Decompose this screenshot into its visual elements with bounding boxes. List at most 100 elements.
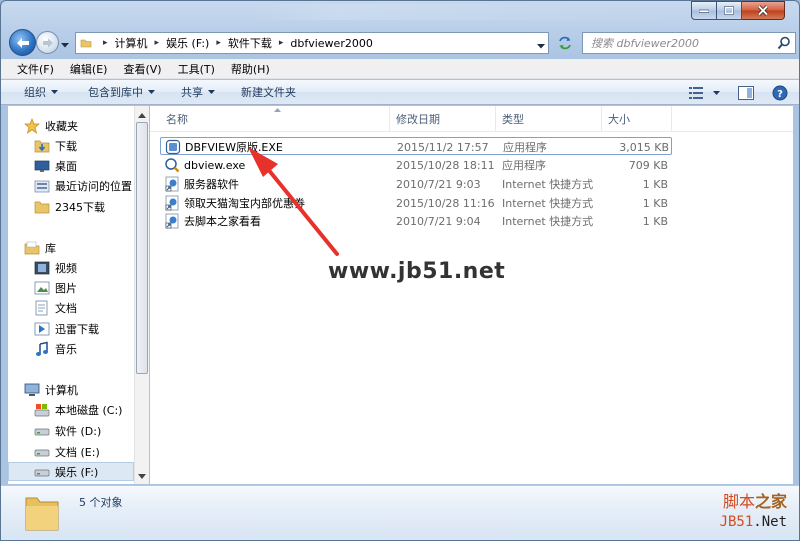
logo-cn-accent: 之家 [754,492,787,511]
library-icon [24,240,40,256]
nav-computer-label: 计算机 [45,383,78,397]
nav-item-recent[interactable]: 最近访问的位置 [34,176,132,195]
refresh-button[interactable] [554,32,576,54]
folder-icon [34,199,50,215]
change-view-button[interactable] [683,80,709,105]
star-icon [24,117,40,134]
logo-cn-main: 脚本 [722,492,755,511]
file-modified: 2015/10/28 11:16 [396,196,495,210]
file-name: DBFVIEW原版.EXE [185,141,283,154]
search-icon[interactable] [777,36,791,53]
nav-favorites[interactable]: 收藏夹 [24,116,78,135]
share-label: 共享 [181,86,203,99]
document-icon [34,300,50,316]
nav-scrollbar[interactable] [134,106,149,484]
breadcrumb-separator[interactable]: ▸ [155,38,160,48]
preview-pane-button[interactable] [733,80,759,105]
shortcut-icon [164,176,180,192]
include-in-library-button[interactable]: 包含到库中 [79,84,164,100]
breadcrumb-separator[interactable]: ▸ [216,38,221,48]
nav-item-drive-f[interactable]: 娱乐 (F:) [8,462,134,481]
nav-item-drive-e[interactable]: 文档 (E:) [34,442,100,461]
column-size-label: 大小 [608,113,630,126]
share-button[interactable]: 共享 [172,84,224,100]
maximize-button[interactable] [717,1,742,20]
address-bar[interactable]: ▸ 计算机 ▸ 娱乐 (F:) ▸ 软件下载 ▸ dbfviewer2000 [75,32,549,54]
nav-item-documents[interactable]: 文档 [34,298,77,317]
shortcut-icon [164,213,180,229]
file-type: Internet 快捷方式 [502,197,594,210]
file-row[interactable]: 去脚本之家看看 2010/7/21 9:04 Internet 快捷方式 1 K… [160,212,672,230]
minimize-button[interactable] [691,1,717,20]
breadcrumb-separator[interactable]: ▸ [103,38,108,48]
help-button[interactable]: ? [767,80,793,105]
menu-tools[interactable]: 工具(T) [170,61,223,77]
file-modified: 2015/10/28 18:11 [396,158,495,172]
caption-buttons [691,1,785,20]
site-logo: 脚本之家 JB51.Net [720,492,787,532]
file-row[interactable]: DBFVIEW原版.EXE 2015/11/2 17:57 应用程序 3,015… [160,137,672,155]
file-size: 709 KB [628,158,668,172]
file-name: 领取天猫淘宝内部优惠券 [184,197,305,210]
include-library-label: 包含到库中 [88,86,143,99]
file-type: 应用程序 [502,159,546,172]
history-dropdown[interactable] [61,38,69,51]
view-options-dropdown[interactable] [709,80,723,105]
file-row[interactable]: dbview.exe 2015/10/28 18:11 应用程序 709 KB [160,156,672,174]
menu-file[interactable]: 文件(F) [9,61,62,77]
nav-item-label: 最近访问的位置 [55,179,132,193]
address-dropdown[interactable] [537,39,545,52]
nav-computer[interactable]: 计算机 [24,380,78,399]
breadcrumb-drive[interactable]: 娱乐 (F:) [166,35,209,51]
menu-help[interactable]: 帮助(H) [223,61,278,77]
nav-item-pictures[interactable]: 图片 [34,278,77,297]
breadcrumb-current[interactable]: dbfviewer2000 [290,37,372,50]
watermark-text: www.jb51.net [328,259,506,284]
scrollbar-thumb[interactable] [136,122,148,374]
menu-view[interactable]: 查看(V) [115,61,169,77]
logo-en-main: JB51 [719,514,754,530]
shortcut-icon [164,195,180,211]
close-button[interactable] [742,1,785,20]
nav-item-music[interactable]: 音乐 [34,339,77,358]
column-size[interactable]: 大小 [602,106,672,132]
nav-item-label: 文档 [55,301,77,315]
item-count: 5 个对象 [79,496,123,509]
file-modified: 2015/11/2 17:57 [397,140,489,154]
nav-item-downloads[interactable]: 下载 [34,136,77,155]
menu-edit[interactable]: 编辑(E) [62,61,116,77]
nav-item-drive-d[interactable]: 软件 (D:) [34,421,101,440]
breadcrumb-folder[interactable]: 软件下载 [228,35,272,51]
search-placeholder: 搜索 dbfviewer2000 [591,37,699,50]
nav-item-xunlei[interactable]: 迅雷下载 [34,319,99,338]
nav-item-label: 下载 [55,139,77,153]
scroll-up-icon[interactable] [138,108,146,121]
nav-item-2345-downloads[interactable]: 2345下载 [34,197,105,216]
back-button[interactable] [9,29,36,56]
breadcrumb-computer[interactable]: 计算机 [115,35,148,51]
title-bar [251,4,671,20]
file-type: Internet 快捷方式 [502,215,594,228]
breadcrumb-separator[interactable]: ▸ [279,38,284,48]
forward-button[interactable] [36,31,59,54]
nav-libraries[interactable]: 库 [24,238,56,257]
nav-item-desktop[interactable]: 桌面 [34,156,77,175]
file-row[interactable]: 领取天猫淘宝内部优惠券 2015/10/28 11:16 Internet 快捷… [160,194,672,212]
preview-pane-icon [738,85,754,100]
new-folder-button[interactable]: 新建文件夹 [232,84,305,100]
search-input[interactable]: 搜索 dbfviewer2000 [582,32,796,54]
column-type[interactable]: 类型 [496,106,602,132]
nav-item-drive-c[interactable]: 本地磁盘 (C:) [34,400,122,419]
scroll-down-icon[interactable] [138,469,146,482]
nav-favorites-label: 收藏夹 [45,119,78,133]
drive-icon [34,444,50,460]
file-row[interactable]: 服务器软件 2010/7/21 9:03 Internet 快捷方式 1 KB [160,175,672,193]
organize-button[interactable]: 组织 [15,84,67,100]
column-modified[interactable]: 修改日期 [390,106,496,132]
computer-icon [24,382,40,398]
view-list-icon [689,86,703,99]
file-size: 1 KB [642,214,668,228]
nav-item-videos[interactable]: 视频 [34,258,77,277]
breadcrumb: ▸ 计算机 ▸ 娱乐 (F:) ▸ 软件下载 ▸ dbfviewer2000 [80,33,373,53]
drive-icon [34,423,50,439]
